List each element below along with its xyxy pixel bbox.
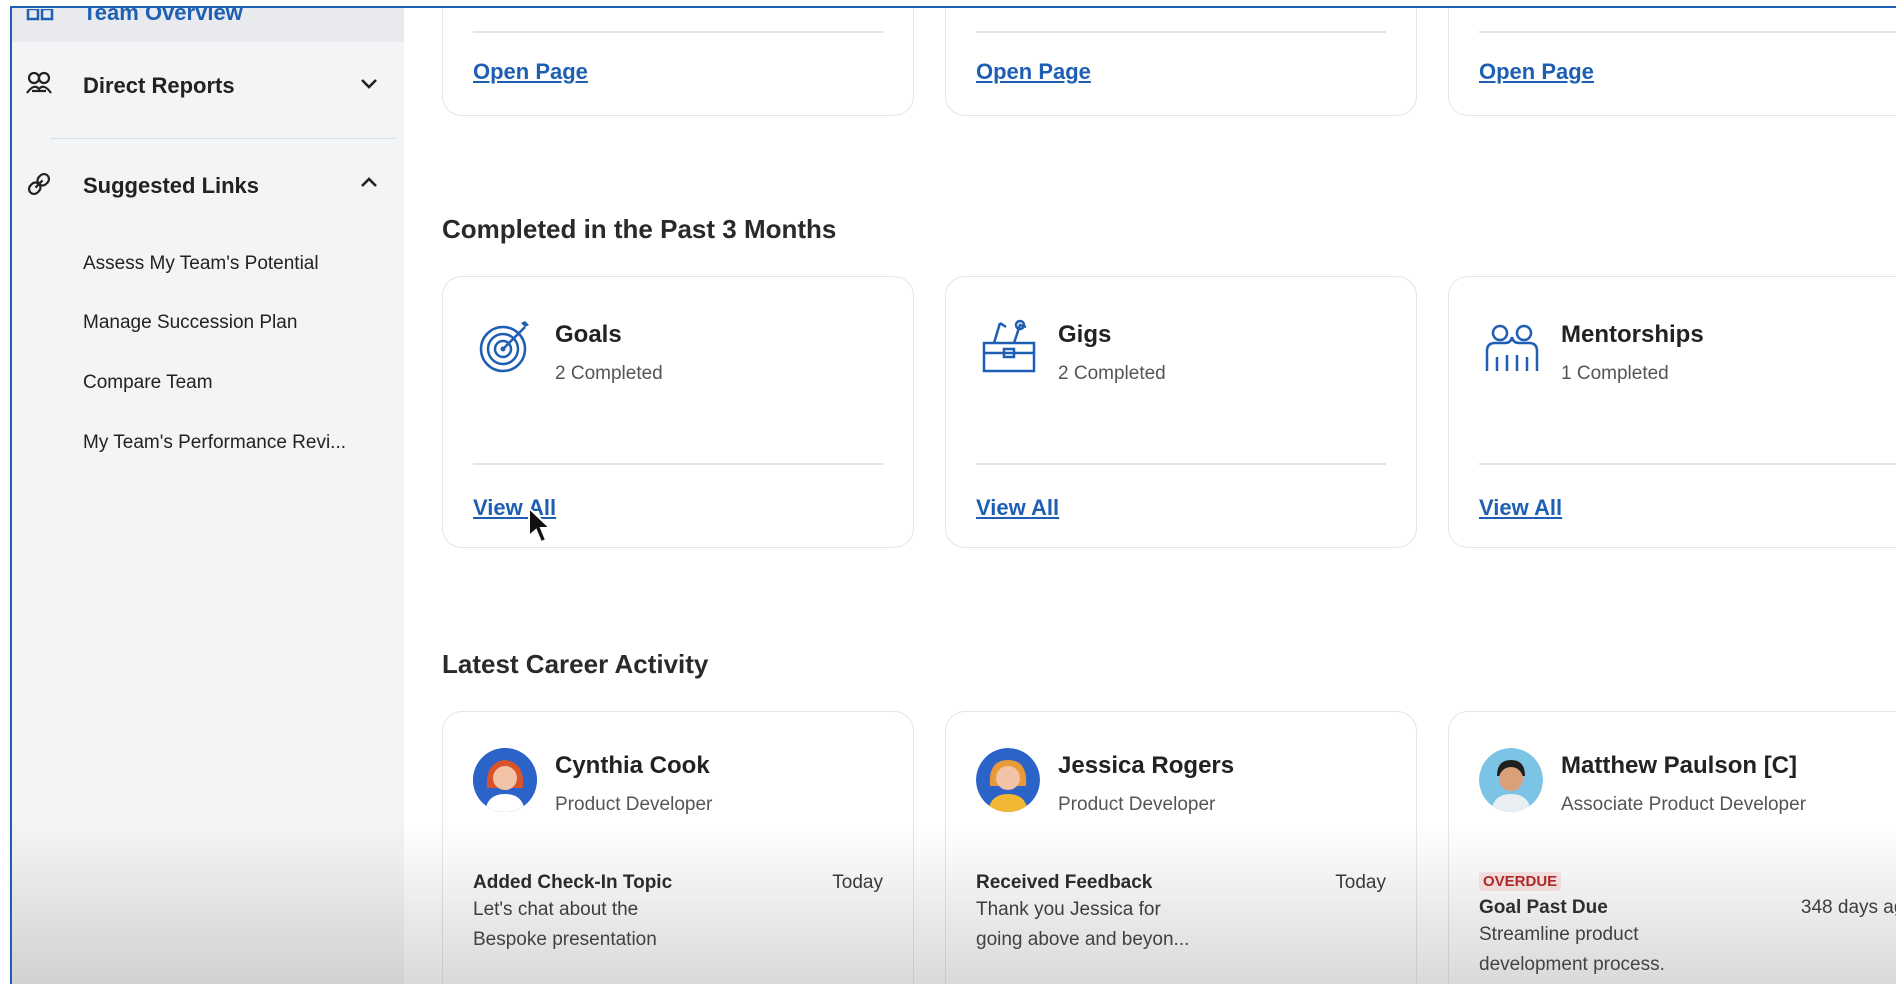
person-name: Matthew Paulson [C] [1561,752,1798,779]
person-role: Product Developer [1058,794,1216,815]
link-icon [24,169,54,199]
activity-text-line2: Bespoke presentation [473,929,657,950]
top-card: Open Page [442,8,914,116]
sidebar-item-suggested-links[interactable]: Suggested Links [12,163,404,207]
person-name: Jessica Rogers [1058,752,1235,779]
suggested-link-assess-potential[interactable]: Assess My Team's Potential [83,253,319,275]
view-all-gigs-link[interactable]: View All [976,495,1059,521]
sidebar-item-team-overview[interactable]: Team Overview [12,8,404,42]
card-title: Mentorships [1561,321,1704,348]
card-title: Gigs [1058,321,1112,348]
section-title-activity: Latest Career Activity [442,649,709,679]
suggested-link-performance-review[interactable]: My Team's Performance Revi... [83,432,346,454]
chevron-up-icon[interactable] [357,171,381,195]
sidebar-item-label: Team Overview [83,6,243,25]
app-frame: Team Overview Direct Reports Suggested L… [10,6,1896,984]
card-subtitle: 1 Completed [1561,363,1669,384]
avatar [1479,748,1543,812]
sidebar-divider [50,138,396,139]
activity-text-line1: Thank you Jessica for [976,899,1161,920]
activity-date: 348 days ago [1800,897,1896,918]
card-subtitle: 2 Completed [1058,363,1166,384]
card-divider [1479,463,1896,465]
open-page-link[interactable]: Open Page [1479,59,1594,85]
activity-label: Goal Past Due [1479,897,1608,918]
card-divider [473,463,883,465]
completed-card-mentorships: Mentorships 1 Completed View All [1448,276,1896,548]
completed-card-gigs: Gigs 2 Completed View All [945,276,1417,548]
overdue-badge: OVERDUE [1479,872,1562,891]
activity-text-line2: going above and beyon... [976,929,1190,950]
person-role: Product Developer [555,794,713,815]
person-role: Associate Product Developer [1561,794,1807,815]
people-icon [24,69,54,99]
top-card: Open Page [1448,8,1896,116]
open-page-link[interactable]: Open Page [976,59,1091,85]
card-title: Goals [555,321,622,348]
grid-icon [26,8,54,26]
top-card: Open Page [945,8,1417,116]
person-name: Cynthia Cook [555,752,710,779]
sidebar: Team Overview Direct Reports Suggested L… [12,8,404,984]
suggested-link-compare-team[interactable]: Compare Team [83,372,213,394]
card-subtitle: 2 Completed [555,363,663,384]
activity-text-line1: Streamline product [1479,924,1639,945]
card-divider [976,463,1386,465]
sidebar-item-direct-reports[interactable]: Direct Reports [12,63,404,107]
suggested-link-succession-plan[interactable]: Manage Succession Plan [83,312,297,334]
card-divider [976,31,1386,33]
toolbox-icon [980,317,1038,375]
activity-text-line2: development process. [1479,954,1665,975]
activity-card[interactable]: Matthew Paulson [C] Associate Product De… [1448,711,1896,984]
activity-text-line1: Let's chat about the [473,899,639,920]
avatar [473,748,537,812]
mentorship-icon [1483,317,1541,375]
activity-label: Received Feedback [976,872,1153,893]
card-divider [1479,31,1896,33]
activity-date: Today [1335,872,1386,893]
activity-card[interactable]: Jessica Rogers Product Developer Receive… [945,711,1417,984]
main-content: Open Page Open Page Open Page Completed … [404,8,1896,984]
open-page-link[interactable]: Open Page [473,59,588,85]
avatar [976,748,1040,812]
section-title-completed: Completed in the Past 3 Months [442,214,837,244]
sidebar-item-label: Suggested Links [83,173,260,198]
view-all-mentorships-link[interactable]: View All [1479,495,1562,521]
chevron-down-icon[interactable] [357,71,381,95]
sidebar-item-label: Direct Reports [83,73,235,98]
target-icon [477,317,535,375]
activity-date: Today [832,872,883,893]
mouse-cursor-icon [528,506,553,544]
completed-card-goals: Goals 2 Completed View All [442,276,914,548]
activity-card[interactable]: Cynthia Cook Product Developer Added Che… [442,711,914,984]
card-divider [473,31,883,33]
activity-label: Added Check-In Topic [473,872,673,893]
